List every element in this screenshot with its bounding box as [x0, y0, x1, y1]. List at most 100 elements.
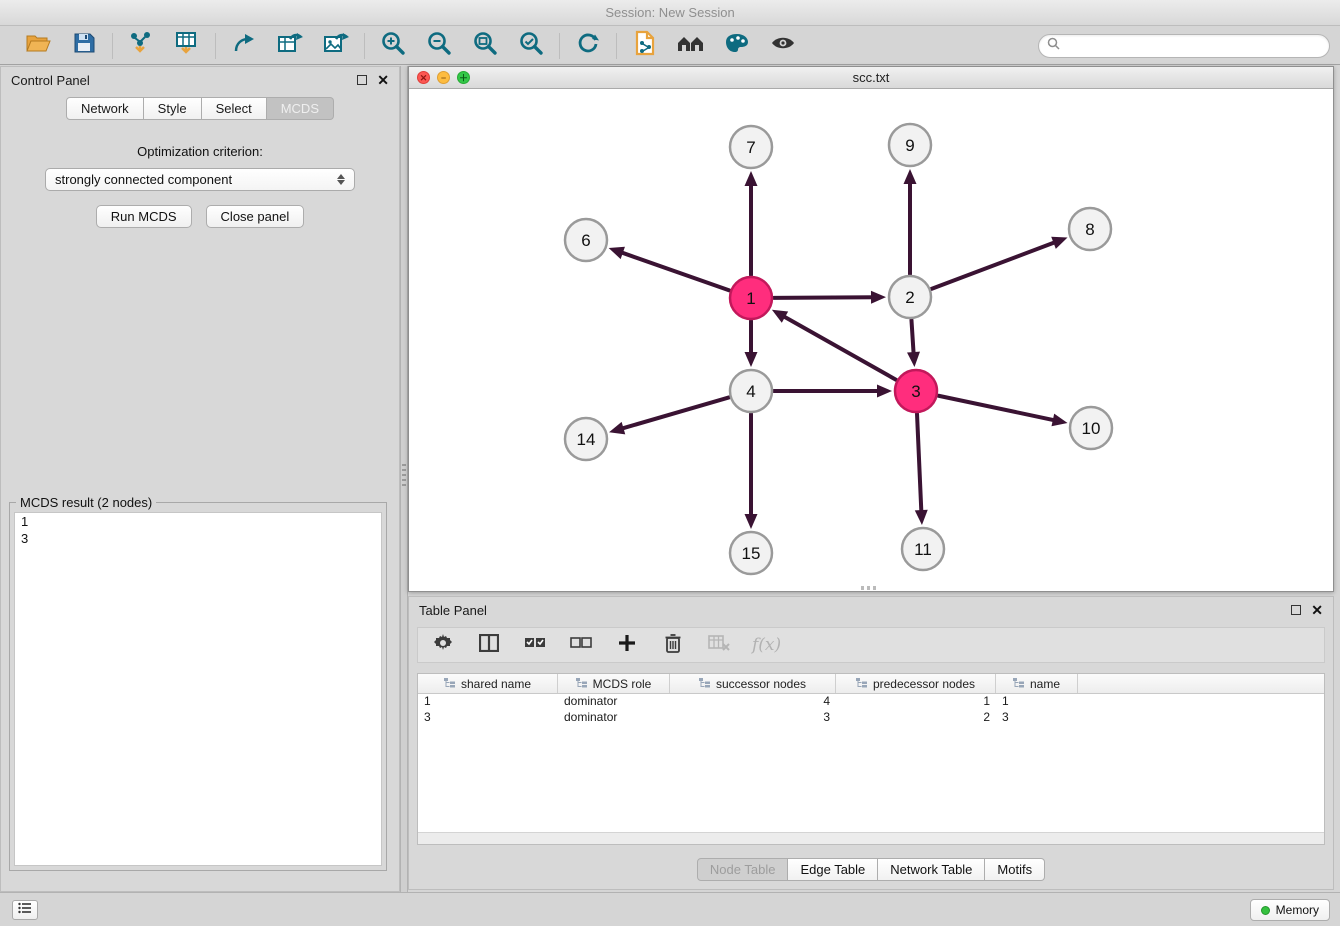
table-settings-button[interactable] [430, 631, 456, 659]
tab-style[interactable]: Style [144, 97, 202, 120]
table-hscrollbar[interactable] [418, 832, 1324, 844]
table-tabs: Node TableEdge TableNetwork TableMotifs [409, 858, 1333, 881]
home-button[interactable] [676, 32, 706, 60]
copy-style-button[interactable] [630, 32, 660, 60]
network-node[interactable]: 10 [1070, 407, 1112, 449]
column-header[interactable]: predecessor nodes [836, 674, 996, 693]
search-field[interactable] [1038, 34, 1330, 58]
panel-splitter[interactable] [400, 66, 408, 892]
deselect-all-button[interactable] [568, 631, 594, 659]
close-panel-icon[interactable]: ✕ [377, 75, 389, 85]
export-group [216, 32, 364, 60]
column-header[interactable]: MCDS role [558, 674, 670, 693]
network-node[interactable]: 4 [730, 370, 772, 412]
zoom-out-button[interactable] [424, 32, 454, 60]
dropdown-value: strongly connected component [55, 172, 332, 187]
refresh-group [560, 32, 616, 60]
apply-layout-button[interactable] [573, 32, 603, 60]
table-cell: 1 [996, 694, 1078, 710]
task-history-button[interactable] [12, 900, 38, 920]
add-column-button[interactable] [614, 631, 640, 659]
main-toolbar [0, 27, 1340, 65]
import-network-button[interactable] [126, 32, 156, 60]
tab-select[interactable]: Select [202, 97, 267, 120]
export-network-button[interactable] [229, 32, 259, 60]
sort-icon [576, 677, 588, 691]
network-window-titlebar[interactable]: ✕ − ＋ scc.txt [409, 67, 1333, 89]
network-edge[interactable] [917, 414, 921, 513]
image-arrow-icon [323, 31, 349, 60]
network-edge[interactable] [932, 242, 1057, 289]
edge-arrowhead-icon [1051, 414, 1067, 427]
minimize-window-button[interactable]: − [437, 71, 450, 84]
save-icon [73, 32, 95, 59]
table-row[interactable]: 1dominator411 [418, 694, 1324, 710]
network-node[interactable]: 15 [730, 532, 772, 574]
style-button[interactable] [722, 32, 752, 60]
network-edge[interactable] [939, 396, 1056, 421]
float-table-panel-icon[interactable] [1291, 605, 1301, 615]
close-window-button[interactable]: ✕ [417, 71, 430, 84]
run-mcds-button[interactable]: Run MCDS [96, 205, 192, 228]
network-node[interactable]: 7 [730, 126, 772, 168]
edge-arrowhead-icon [745, 171, 758, 186]
network-edge[interactable] [621, 397, 729, 429]
edge-arrowhead-icon [609, 422, 625, 434]
export-table-button[interactable] [275, 32, 305, 60]
network-node[interactable]: 14 [565, 418, 607, 460]
column-header[interactable]: name [996, 674, 1078, 693]
delete-table-button[interactable] [706, 631, 732, 659]
save-session-button[interactable] [69, 32, 99, 60]
zoom-fit-button[interactable] [470, 32, 500, 60]
import-network-icon [128, 31, 154, 60]
tab-node-table[interactable]: Node Table [697, 858, 789, 881]
network-edge[interactable] [620, 252, 729, 290]
network-edge[interactable] [782, 316, 896, 380]
close-panel-button[interactable]: Close panel [206, 205, 305, 228]
network-node[interactable]: 11 [902, 528, 944, 570]
mcds-result-title: MCDS result (2 nodes) [16, 495, 156, 510]
tab-network[interactable]: Network [66, 97, 144, 120]
mcds-buttons: Run MCDS Close panel [1, 205, 399, 228]
mcds-result-item[interactable]: 1 [15, 513, 381, 530]
zoom-selected-button[interactable] [516, 32, 546, 60]
mcds-result-list: 13 [14, 512, 382, 866]
table-row[interactable]: 3dominator323 [418, 710, 1324, 726]
window-resize-grip[interactable] [861, 586, 879, 590]
network-edge[interactable] [911, 320, 913, 355]
function-builder-button[interactable]: f(x) [752, 635, 781, 655]
tab-mcds[interactable]: MCDS [267, 97, 334, 120]
tab-network-table[interactable]: Network Table [878, 858, 985, 881]
network-canvas[interactable]: 7 9 6 8 1 2 4 3 14 10 15 11 [409, 89, 1333, 591]
network-node[interactable]: 9 [889, 124, 931, 166]
export-image-button[interactable] [321, 32, 351, 60]
delete-column-button[interactable] [660, 631, 686, 659]
network-node[interactable]: 3 [895, 370, 937, 412]
show-columns-button[interactable] [476, 631, 502, 659]
network-node[interactable]: 6 [565, 219, 607, 261]
maximize-window-button[interactable]: ＋ [457, 71, 470, 84]
select-all-button[interactable] [522, 631, 548, 659]
close-table-panel-icon[interactable]: ✕ [1311, 605, 1323, 615]
zoom-in-button[interactable] [378, 32, 408, 60]
open-session-button[interactable] [23, 32, 53, 60]
optimization-dropdown[interactable]: strongly connected component [45, 168, 355, 191]
tab-motifs[interactable]: Motifs [985, 858, 1045, 881]
column-header[interactable]: successor nodes [670, 674, 836, 693]
network-edge[interactable] [774, 297, 874, 298]
file-group [10, 32, 112, 60]
mcds-result-item[interactable]: 3 [15, 530, 381, 547]
column-header-label: MCDS role [593, 677, 652, 691]
network-node[interactable]: 8 [1069, 208, 1111, 250]
show-hide-button[interactable] [768, 32, 798, 60]
import-table-button[interactable] [172, 32, 202, 60]
tab-edge-table[interactable]: Edge Table [788, 858, 878, 881]
network-node[interactable]: 2 [889, 276, 931, 318]
float-panel-icon[interactable] [357, 75, 367, 85]
column-header[interactable]: shared name [418, 674, 558, 693]
network-node[interactable]: 1 [730, 277, 772, 319]
memory-button[interactable]: Memory [1250, 899, 1330, 921]
window-title: Session: New Session [605, 5, 734, 20]
app-window: Session: New Session [0, 0, 1340, 926]
search-input[interactable] [1065, 39, 1321, 53]
